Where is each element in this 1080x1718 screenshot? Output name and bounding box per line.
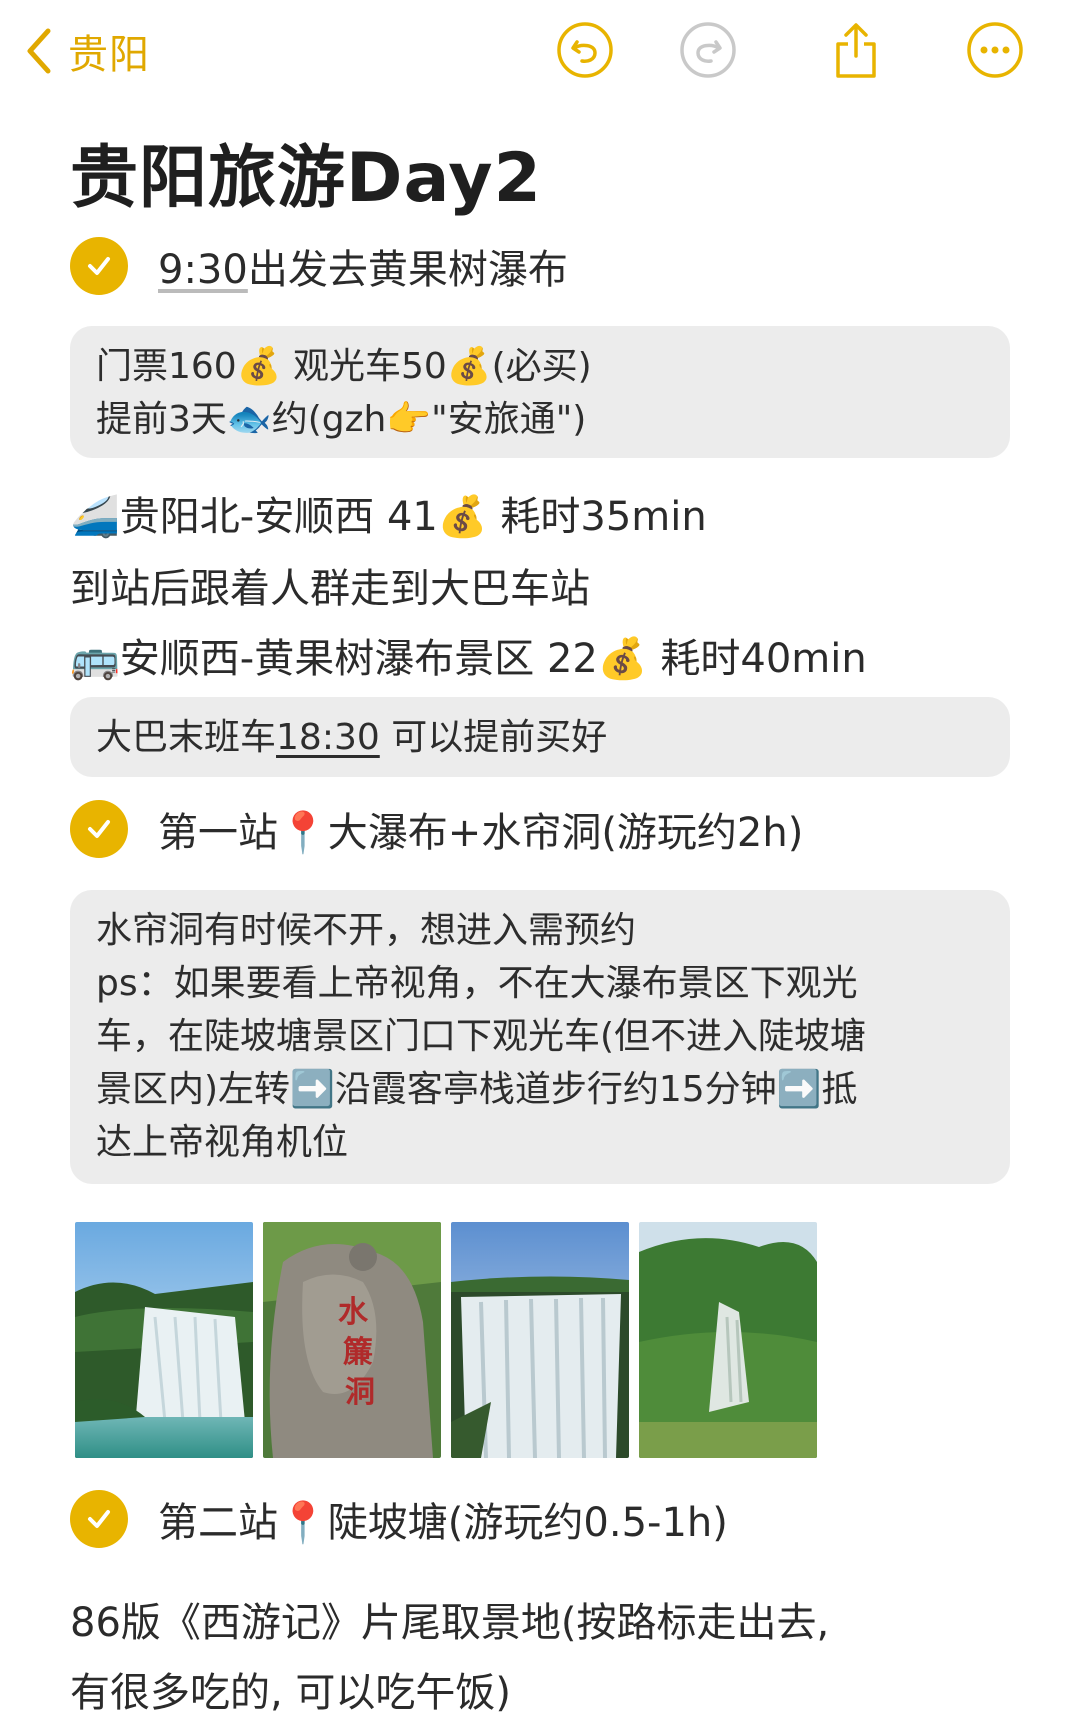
last-bus-line: 大巴末班车18:30 可以提前买好	[96, 711, 984, 764]
checkmark-icon	[88, 1510, 110, 1528]
walk-to-bus-line: 到站后跟着人群走到大巴车站	[70, 566, 590, 612]
reservation-line: 提前3天🐟约(gzh👉"安旅通")	[96, 399, 587, 440]
redo-button[interactable]	[678, 20, 738, 80]
checklist-item-2: 第一站📍大瀑布+水帘洞(游玩约2h)	[70, 800, 803, 858]
rock-inscription-image: 水 簾 洞	[263, 1222, 441, 1458]
nav-bar: 贵阳	[0, 0, 1080, 100]
journey-west-line: 86版《西游记》片尾取景地(按路标走出去,	[70, 1600, 830, 1646]
checklist-item-3: 第二站📍陡坡塘(游玩约0.5-1h)	[70, 1490, 728, 1548]
ticket-price-line: 门票160💰 观光车50💰(必买)	[96, 346, 592, 387]
water-curtain-note-block: 水帘洞有时候不开，想进入需预约 ps：如果要看上帝视角，不在大瀑布景区下观光 车…	[70, 890, 1010, 1184]
note-line: 景区内)左转➡️沿霞客亭栈道步行约15分钟➡️抵	[96, 1069, 858, 1110]
doupotang-photo[interactable]	[639, 1222, 817, 1458]
page-title: 贵阳旅游Day2	[70, 139, 542, 218]
svg-text:水: 水	[338, 1295, 369, 1330]
last-bus-prefix: 大巴末班车	[96, 717, 277, 758]
waterfall-photo-2[interactable]	[451, 1222, 629, 1458]
train-route-line: 🚄贵阳北-安顺西 41💰 耗时35min	[70, 494, 707, 540]
photo-strip: 水 簾 洞	[75, 1222, 817, 1458]
svg-text:簾: 簾	[343, 1335, 373, 1370]
checkmark-icon	[88, 820, 110, 838]
departure-time: 9:30	[158, 247, 248, 293]
back-button[interactable]: 贵阳	[22, 22, 150, 80]
doupotang-image	[639, 1222, 817, 1458]
checkbox-checked[interactable]	[70, 1490, 128, 1548]
svg-text:洞: 洞	[345, 1375, 375, 1410]
lunch-line: 有很多吃的, 可以吃午饭)	[70, 1670, 512, 1716]
checkbox-checked[interactable]	[70, 237, 128, 295]
second-stop-text: 第二站📍陡坡塘(游玩约0.5-1h)	[158, 1500, 728, 1546]
checkbox-checked[interactable]	[70, 800, 128, 858]
first-stop-text: 第一站📍大瀑布+水帘洞(游玩约2h)	[158, 810, 804, 856]
checkmark-icon	[88, 257, 110, 275]
waterfall-photo-1[interactable]	[75, 1222, 253, 1458]
undo-icon	[557, 22, 613, 78]
note-line: 达上帝视角机位	[96, 1122, 349, 1163]
bus-route-line: 🚌安顺西-黄果树瀑布景区 22💰 耗时40min	[70, 636, 867, 682]
water-curtain-cave-rock-photo[interactable]: 水 簾 洞	[263, 1222, 441, 1458]
chevron-left-icon	[27, 28, 51, 74]
share-icon	[836, 23, 876, 78]
checklist-item-text: 9:30出发去黄果树瀑布	[158, 237, 568, 295]
checklist-item-1: 9:30出发去黄果树瀑布	[70, 237, 568, 295]
note-line: 车，在陡坡塘景区门口下观光车(但不进入陡坡塘	[96, 1016, 867, 1057]
waterfall-image	[75, 1222, 253, 1458]
more-button[interactable]	[965, 20, 1025, 80]
more-icon	[967, 22, 1023, 78]
undo-button[interactable]	[555, 20, 615, 80]
note-line: ps：如果要看上帝视角，不在大瀑布景区下观光	[96, 963, 858, 1004]
back-label: 贵阳	[68, 32, 150, 78]
last-bus-block: 大巴末班车18:30 可以提前买好	[70, 697, 1010, 777]
waterfall-image	[451, 1222, 629, 1458]
ticket-info-block: 门票160💰 观光车50💰(必买) 提前3天🐟约(gzh👉"安旅通")	[70, 326, 1010, 458]
last-bus-time: 18:30	[276, 717, 380, 758]
last-bus-suffix: 可以提前买好	[379, 717, 608, 758]
share-button[interactable]	[826, 20, 886, 80]
note-line: 水帘洞有时候不开，想进入需预约	[96, 910, 637, 951]
departure-text: 出发去黄果树瀑布	[247, 247, 568, 293]
redo-icon	[680, 22, 736, 78]
